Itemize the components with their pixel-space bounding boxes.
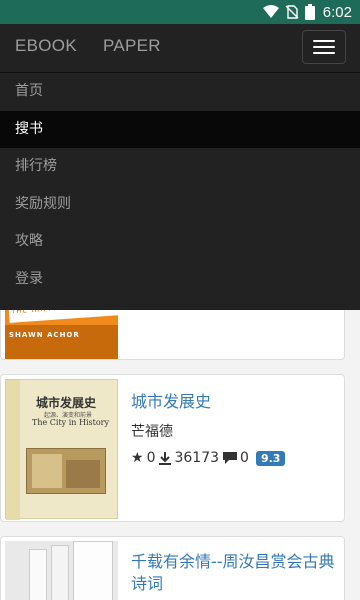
cover-author: SHAWN ACHOR (9, 331, 80, 339)
book-cover[interactable] (5, 541, 118, 600)
cover-title-en: The City in History (32, 418, 109, 427)
menu-item-home[interactable]: 首页 (0, 73, 360, 111)
menu-item-reward-rules[interactable]: 奖励规则 (0, 186, 360, 224)
status-bar: 6:02 (0, 0, 360, 24)
menu-item-search-books[interactable]: 搜书 (0, 110, 360, 148)
brand-paper-link[interactable]: PAPER (103, 36, 161, 56)
brand-ebook-link[interactable]: EBOOK (15, 36, 77, 56)
book-author: 芒福德 (131, 424, 173, 440)
book-title-link[interactable]: 千载有余情--周汝昌赏会古典诗词 (131, 551, 336, 595)
hamburger-icon-bar (313, 46, 335, 48)
no-sim-icon (285, 5, 299, 19)
download-icon (159, 451, 172, 465)
book-card[interactable]: 千载有余情--周汝昌赏会古典诗词 (0, 536, 345, 600)
menu-toggle-button[interactable] (302, 30, 346, 64)
download-count: 36173 (174, 450, 220, 466)
battery-icon (304, 4, 315, 20)
star-icon: ★ (131, 450, 144, 466)
book-stats: ★ 0 36173 0 9.3 (131, 450, 286, 466)
star-count: 0 (146, 450, 156, 466)
nav-dropdown-menu: 首页 搜书 排行榜 奖励规则 攻略 登录 (0, 72, 360, 310)
status-time: 6:02 (322, 3, 352, 21)
rating-badge: 9.3 (255, 450, 286, 466)
hamburger-icon (313, 40, 335, 42)
book-card[interactable]: 城市发展史 起源、演变和前景 The City in History 城市发展史… (0, 374, 345, 522)
book-cover[interactable]: 城市发展史 起源、演变和前景 The City in History (5, 379, 118, 520)
wifi-icon (262, 5, 279, 19)
menu-item-guide[interactable]: 攻略 (0, 223, 360, 261)
comment-count: 0 (240, 450, 249, 466)
menu-item-login[interactable]: 登录 (0, 261, 360, 299)
book-title-link[interactable]: 城市发展史 (131, 391, 336, 413)
comment-icon (223, 452, 238, 464)
hamburger-icon-bar (313, 52, 335, 54)
cover-title: 城市发展史 (36, 396, 97, 410)
menu-item-rankings[interactable]: 排行榜 (0, 148, 360, 186)
top-navbar: EBOOK PAPER (0, 24, 360, 72)
